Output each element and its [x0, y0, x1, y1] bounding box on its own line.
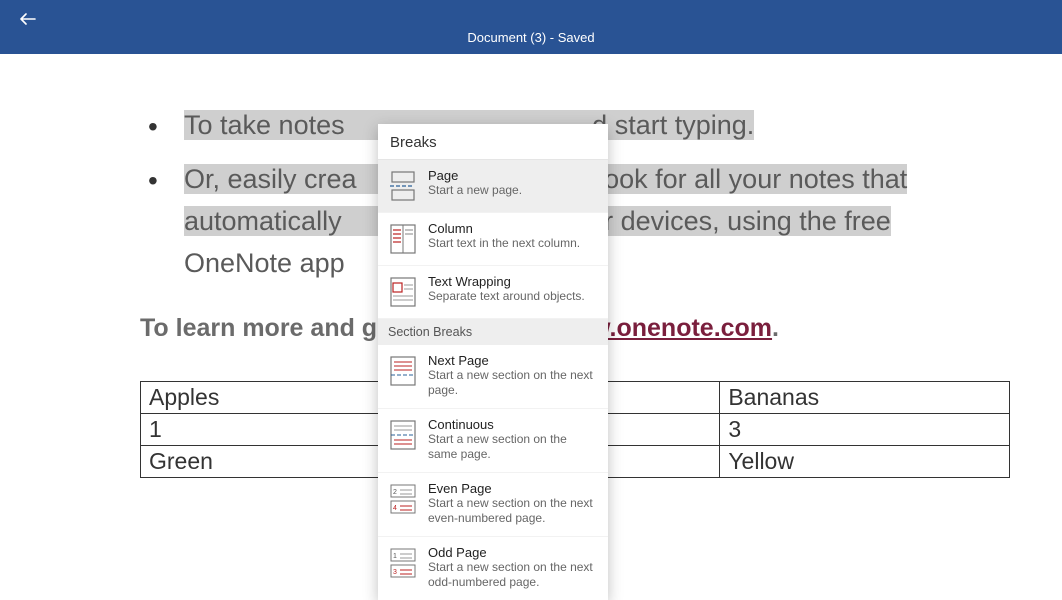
breaks-dropdown: Breaks Page Start a new page. Column Sta… — [378, 124, 608, 600]
breaks-option-oddpage[interactable]: 13 Odd Page Start a new section on the n… — [378, 537, 608, 600]
breaks-option-page[interactable]: Page Start a new page. — [378, 160, 608, 213]
option-title: Continuous — [428, 417, 598, 432]
breaks-option-column[interactable]: Column Start text in the next column. — [378, 213, 608, 266]
breaks-option-evenpage[interactable]: 24 Even Page Start a new section on the … — [378, 473, 608, 537]
selected-text: To take notes — [184, 110, 345, 140]
breaks-option-textwrapping[interactable]: Text Wrapping Separate text around objec… — [378, 266, 608, 319]
svg-text:1: 1 — [393, 553, 397, 560]
option-desc: Start a new page. — [428, 183, 522, 198]
continuous-icon — [388, 419, 418, 451]
option-desc: Start a new section on the next even-num… — [428, 496, 598, 526]
body-text: OneNote app — [184, 248, 345, 278]
odd-page-icon: 13 — [388, 547, 418, 579]
table-cell[interactable]: Yellow — [720, 446, 1010, 478]
option-desc: Start a new section on the next page. — [428, 368, 598, 398]
document-title: Document (3) - Saved — [0, 30, 1062, 45]
page-break-icon — [388, 170, 418, 202]
option-title: Next Page — [428, 353, 598, 368]
svg-text:4: 4 — [393, 505, 397, 512]
app-header: Document (3) - Saved — [0, 0, 1062, 54]
option-title: Odd Page — [428, 545, 598, 560]
option-desc: Separate text around objects. — [428, 289, 585, 304]
even-page-icon: 24 — [388, 483, 418, 515]
table-cell[interactable]: Bananas — [720, 382, 1010, 414]
dropdown-section-label: Section Breaks — [378, 319, 608, 345]
option-desc: Start text in the next column. — [428, 236, 580, 251]
option-title: Page — [428, 168, 522, 183]
selected-text: automatically — [184, 206, 342, 236]
selected-text: Or, easily crea — [184, 164, 357, 194]
option-desc: Start a new section on the same page. — [428, 432, 598, 462]
option-title: Column — [428, 221, 580, 236]
selected-text: r devices, using the free — [604, 206, 891, 236]
option-title: Even Page — [428, 481, 598, 496]
option-desc: Start a new section on the next odd-numb… — [428, 560, 598, 590]
table-cell[interactable]: 3 — [720, 414, 1010, 446]
text-wrapping-icon — [388, 276, 418, 308]
selected-text: d start typing. — [592, 110, 754, 140]
svg-text:2: 2 — [393, 489, 397, 496]
breaks-option-nextpage[interactable]: Next Page Start a new section on the nex… — [378, 345, 608, 409]
breaks-option-continuous[interactable]: Continuous Start a new section on the sa… — [378, 409, 608, 473]
svg-text:3: 3 — [393, 569, 397, 576]
next-page-icon — [388, 355, 418, 387]
column-break-icon — [388, 223, 418, 255]
option-title: Text Wrapping — [428, 274, 585, 289]
dropdown-header: Breaks — [378, 124, 608, 160]
back-button[interactable] — [18, 9, 38, 29]
selected-text: ook for all your notes that — [604, 164, 907, 194]
